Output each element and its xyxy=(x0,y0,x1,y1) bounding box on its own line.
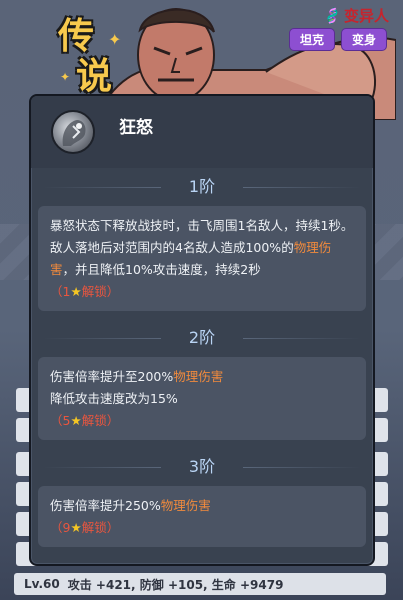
tier-2-text: 伤害倍率提升至200% xyxy=(50,369,174,384)
tier-2-unlock: （5★解锁） xyxy=(50,410,354,432)
tier-3-unlock: （9★解锁） xyxy=(50,517,354,539)
tier-3-text: 伤害倍率提升250% xyxy=(50,498,161,513)
dna-icon: 🧬 xyxy=(322,5,343,26)
tier-1-description: 暴怒状态下释放战技时，击飞周围1名敌人，持续1秒。敌人落地后对范围内的4名敌人造… xyxy=(50,215,354,281)
hero-stat-bar: Lv.60 攻击 +421, 防御 +105, 生命 +9479 xyxy=(14,573,386,595)
hero-tag: 变身 xyxy=(340,28,387,51)
tier-2-line-2: 降低攻击速度改为15% xyxy=(50,391,178,406)
rarity-title-char-2: 说 xyxy=(76,55,113,97)
physical-damage-keyword: 物理伤害 xyxy=(160,498,211,513)
unlock-paren-close: ） xyxy=(106,413,120,428)
tier-1-card: 暴怒状态下释放战技时，击飞周围1名敌人，持续1秒。敌人落地后对范围内的4名敌人造… xyxy=(38,206,366,311)
star-icon: ★ xyxy=(70,284,82,299)
rage-skill-icon xyxy=(51,110,95,154)
tier-1-unlock: （1★解锁） xyxy=(50,281,354,303)
skill-detail-modal[interactable]: 狂怒 1阶 暴怒状态下释放战技时，击飞周围1名敌人，持续1秒。敌人落地后对范围内… xyxy=(29,94,375,566)
hero-role: 🧬 变异人 xyxy=(322,5,389,26)
unlock-label: 解锁 xyxy=(81,413,107,428)
star-icon: ★ xyxy=(70,520,82,535)
unlock-paren-close: ） xyxy=(106,284,120,299)
hero-stats: 攻击 +421, 防御 +105, 生命 +9479 xyxy=(67,577,284,592)
hero-tags: 坦克 变身 xyxy=(288,28,387,51)
hero-tag: 坦克 xyxy=(288,28,335,51)
skill-header: 狂怒 xyxy=(31,96,373,168)
skill-name: 狂怒 xyxy=(119,118,153,138)
hero-role-label: 变异人 xyxy=(343,7,389,25)
tier-3-heading: 3阶 xyxy=(31,454,373,480)
legendary-rarity-title: 传 说 xyxy=(58,16,128,96)
unlock-paren-open: （ xyxy=(50,284,63,299)
sparkle-icon: ✦ xyxy=(108,30,122,49)
star-icon: ★ xyxy=(70,413,82,428)
tier-2-card: 伤害倍率提升至200%物理伤害 降低攻击速度改为15% （5★解锁） xyxy=(38,357,366,440)
unlock-label: 解锁 xyxy=(81,520,107,535)
sparkle-icon: ✦ xyxy=(60,70,71,84)
tier-2-heading: 2阶 xyxy=(31,325,373,351)
hero-level: Lv.60 xyxy=(24,577,60,591)
unlock-paren-open: （ xyxy=(50,413,63,428)
unlock-paren-open: （ xyxy=(50,520,63,535)
tier-1-heading: 1阶 xyxy=(31,174,373,200)
tier-3-line-1: 伤害倍率提升250%物理伤害 xyxy=(50,495,354,517)
tier-2-line-1: 伤害倍率提升至200%物理伤害 xyxy=(50,366,354,388)
unlock-paren-close: ） xyxy=(106,520,120,535)
tier-3-card: 伤害倍率提升250%物理伤害 （9★解锁） xyxy=(38,486,366,547)
tier-1-text-cont: ，并且降低10%攻击速度，持续2秒 xyxy=(62,262,261,277)
unlock-label: 解锁 xyxy=(81,284,107,299)
physical-damage-keyword: 物理伤害 xyxy=(173,369,224,384)
